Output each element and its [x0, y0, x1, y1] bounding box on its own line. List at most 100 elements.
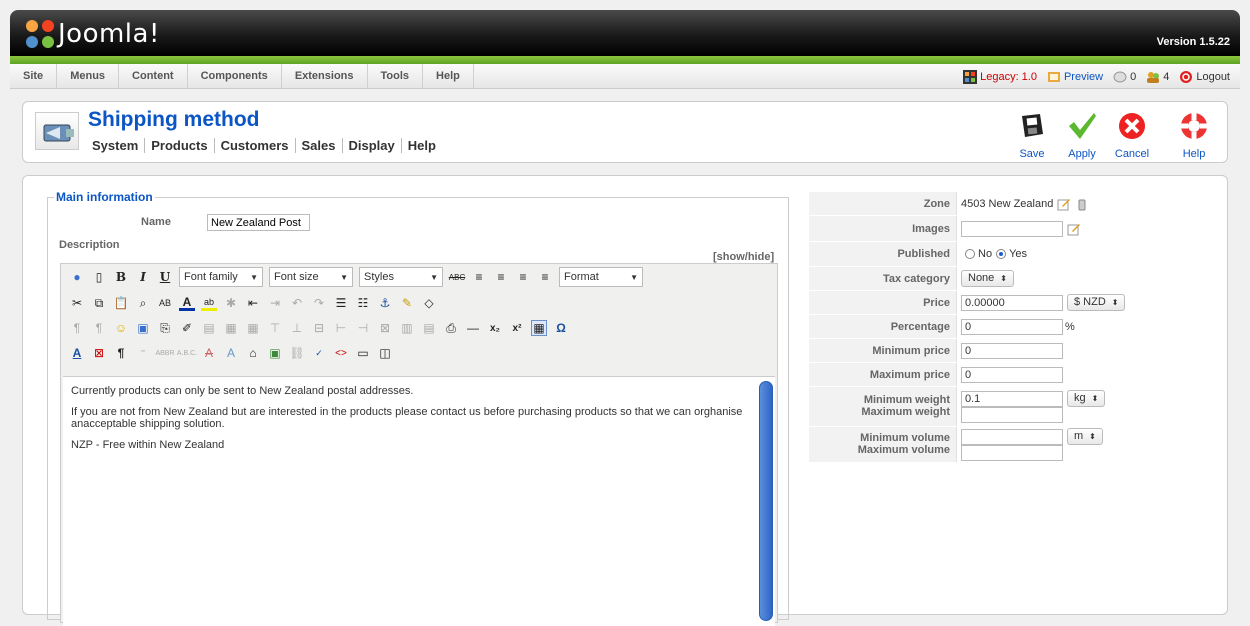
abbreviation-icon[interactable]: ABBR [155, 345, 174, 361]
tax-category-select[interactable]: None ⬍ [961, 270, 1014, 287]
about-icon[interactable]: ● [69, 269, 85, 285]
apply-button[interactable]: Apply [1057, 110, 1107, 160]
indent-icon[interactable]: ⇥ [267, 295, 283, 311]
weight-unit-select[interactable]: kg ⬍ [1067, 390, 1106, 407]
submenu-products[interactable]: Products [144, 138, 213, 153]
deletion-icon[interactable]: A [201, 345, 217, 361]
legacy-mode-link[interactable]: Legacy: 1.0 [963, 69, 1037, 84]
numbered-list-icon[interactable]: ☷ [355, 295, 371, 311]
insert-col-after-icon[interactable]: ⊣ [355, 320, 371, 336]
acronym-icon[interactable]: A.B.C. [177, 345, 197, 361]
insert-layer-icon[interactable]: ▤ [201, 320, 217, 336]
italic-icon[interactable]: I [135, 269, 151, 285]
find-icon[interactable]: ⌕ [135, 295, 151, 311]
delete-zone-icon[interactable] [1075, 197, 1089, 211]
table-cell-props-icon[interactable]: ▦ [245, 320, 261, 336]
undo-icon[interactable]: ↶ [289, 295, 305, 311]
subscript-icon[interactable]: x₂ [487, 320, 503, 336]
name-input[interactable] [207, 214, 310, 231]
preview-page-icon[interactable]: ⎘ [157, 320, 173, 336]
submenu-system[interactable]: System [92, 138, 144, 153]
format-select[interactable]: Format ▼ [559, 267, 643, 287]
table-icon[interactable]: ▦ [531, 320, 547, 336]
media-icon[interactable]: ▣ [135, 320, 151, 336]
redo-icon[interactable]: ↷ [311, 295, 327, 311]
font-size-select[interactable]: Font size ▼ [269, 267, 353, 287]
html-source-icon[interactable]: <> [333, 345, 349, 361]
volume-unit-select[interactable]: m ⬍ [1067, 428, 1103, 445]
menu-tools[interactable]: Tools [368, 64, 424, 88]
delete-col-icon[interactable]: ⊠ [377, 320, 393, 336]
text-color-icon[interactable]: A [179, 295, 195, 311]
insert-row-after-icon[interactable]: ⊥ [289, 320, 305, 336]
insert-image-icon[interactable]: ▣ [267, 345, 283, 361]
menu-components[interactable]: Components [188, 64, 282, 88]
price-input[interactable]: 0.00000 [961, 294, 1063, 311]
help-button[interactable]: Help [1169, 110, 1219, 160]
styles-select[interactable]: Styles ▼ [359, 267, 443, 287]
align-right-icon[interactable]: ≡ [515, 269, 531, 285]
insert-row-before-icon[interactable]: ⊤ [267, 320, 283, 336]
print-icon[interactable]: ⎙ [443, 320, 459, 336]
superscript-icon[interactable]: x² [509, 320, 525, 336]
horizontal-rule-icon[interactable]: — [465, 320, 481, 336]
replace-icon[interactable]: AB [157, 295, 173, 311]
unlink-icon[interactable]: ⛓ [289, 345, 305, 361]
submenu-customers[interactable]: Customers [213, 138, 295, 153]
menu-menus[interactable]: Menus [57, 64, 120, 88]
min-price-input[interactable]: 0 [961, 342, 1063, 359]
highlight-color-icon[interactable]: ab [201, 295, 217, 311]
copy-icon[interactable]: ⧉ [91, 295, 107, 311]
cite-icon[interactable]: “” [135, 345, 151, 361]
eraser-icon[interactable]: ◇ [421, 295, 437, 311]
submenu-sales[interactable]: Sales [294, 138, 342, 153]
menu-content[interactable]: Content [119, 64, 188, 88]
submenu-display[interactable]: Display [341, 138, 401, 153]
menu-help[interactable]: Help [423, 64, 474, 88]
split-cells-icon[interactable]: ▥ [399, 320, 415, 336]
images-input[interactable] [961, 220, 1063, 237]
published-no-radio[interactable] [965, 249, 975, 259]
save-button[interactable]: Save [1007, 110, 1057, 160]
submenu-help[interactable]: Help [400, 138, 442, 153]
strikethrough-icon[interactable]: ABC [449, 269, 465, 285]
cancel-button[interactable]: Cancel [1107, 110, 1157, 160]
menu-extensions[interactable]: Extensions [282, 64, 368, 88]
preview-link[interactable]: Preview [1047, 70, 1103, 84]
align-center-icon[interactable]: ≡ [493, 269, 509, 285]
align-justify-icon[interactable]: ≡ [537, 269, 553, 285]
spellcheck-icon[interactable]: ✓ [311, 345, 327, 361]
insert-col-before-icon[interactable]: ⊢ [333, 320, 349, 336]
remove-format-icon[interactable]: ✱ [223, 295, 239, 311]
cleanup-icon[interactable]: ✎ [399, 295, 415, 311]
published-yes-radio[interactable] [996, 249, 1007, 259]
max-volume-input[interactable] [961, 445, 1063, 461]
style-props-icon[interactable]: A [69, 345, 85, 361]
editor-scrollbar[interactable] [759, 381, 773, 621]
edit-image-icon[interactable]: ✐ [179, 320, 195, 336]
new-document-icon[interactable]: ▯ [91, 269, 107, 285]
users-online-link[interactable]: 4 [1146, 70, 1169, 84]
cut-icon[interactable]: ✂ [69, 295, 85, 311]
logout-link[interactable]: Logout [1179, 70, 1230, 84]
paste-icon[interactable]: 📋 [113, 295, 129, 311]
anchor-icon[interactable]: ⚓ [377, 295, 393, 311]
max-weight-input[interactable] [961, 407, 1063, 423]
special-char-icon[interactable]: Ω [553, 320, 569, 336]
fullscreen-icon[interactable]: ◫ [377, 345, 393, 361]
attributes-icon[interactable]: ⌂ [245, 345, 261, 361]
table-row-props-icon[interactable]: ▦ [223, 320, 239, 336]
editor-content-area[interactable]: Currently products can only be sent to N… [63, 376, 775, 626]
underline-icon[interactable]: U [157, 269, 173, 285]
emoticon-icon[interactable]: ☺ [113, 320, 129, 336]
align-left-icon[interactable]: ≡ [471, 269, 487, 285]
font-family-select[interactable]: Font family ▼ [179, 267, 263, 287]
menu-site[interactable]: Site [10, 64, 58, 88]
joomla-logo[interactable]: Joomla! [26, 19, 160, 49]
outdent-icon[interactable]: ⇤ [245, 295, 261, 311]
delete-row-icon[interactable]: ⊟ [311, 320, 327, 336]
currency-select[interactable]: $ NZD ⬍ [1067, 294, 1126, 311]
min-volume-input[interactable] [961, 428, 1063, 445]
insertion-icon[interactable]: A [223, 345, 239, 361]
rtl-icon[interactable]: ¶ [91, 320, 107, 336]
